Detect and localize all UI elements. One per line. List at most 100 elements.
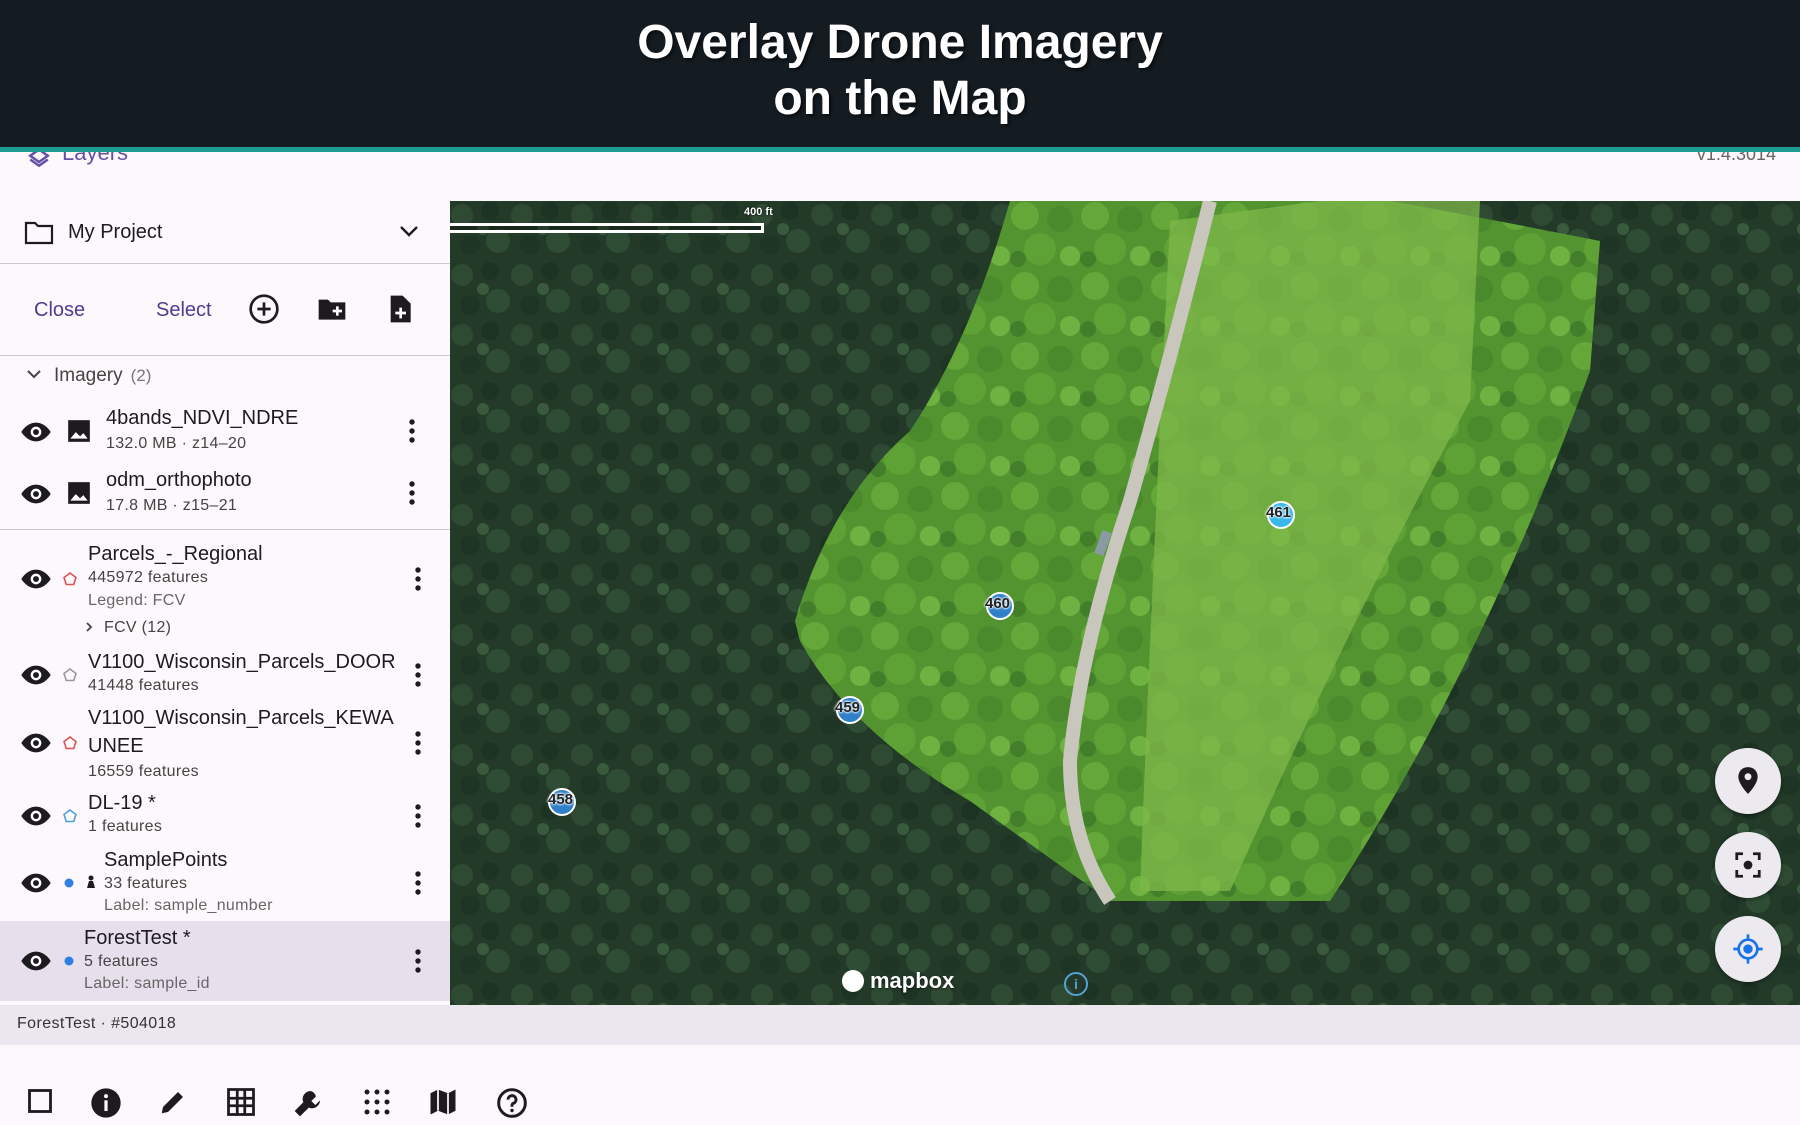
map-pin-icon	[1738, 767, 1758, 794]
vector-layer-row[interactable]: DL-19 * 1 features	[0, 786, 450, 842]
polygon-icon	[63, 572, 77, 586]
marker-label: 458	[548, 791, 574, 808]
table-grid-icon[interactable]	[226, 1087, 256, 1117]
layer-label-field: Label: sample_id	[84, 975, 210, 992]
select-square-icon[interactable]	[26, 1087, 54, 1115]
vector-layer-row[interactable]: SamplePoints 33 features Label: sample_n…	[0, 845, 450, 923]
layer-legend: Legend: FCV	[88, 592, 186, 609]
image-icon	[68, 482, 90, 504]
gps-location-icon	[1733, 934, 1763, 964]
visibility-eye-icon[interactable]	[20, 416, 52, 448]
imagery-row[interactable]: odm_orthophoto 17.8 MB · z15–21	[0, 463, 450, 523]
imagery-row[interactable]: 4bands_NDVI_NDRE 132.0 MB · z14–20	[0, 401, 450, 461]
layer-label-field: Label: sample_number	[104, 897, 273, 914]
folder-icon	[24, 221, 54, 245]
divider	[0, 529, 450, 530]
imagery-section-header[interactable]: Imagery (2)	[0, 356, 450, 396]
close-button[interactable]: Close	[34, 299, 85, 322]
select-button[interactable]: Select	[156, 299, 212, 322]
visibility-eye-icon[interactable]	[20, 800, 52, 832]
vector-layer-row-selected[interactable]: ForestTest * 5 features Label: sample_id	[0, 921, 450, 1001]
new-folder-icon[interactable]	[316, 293, 348, 325]
layer-name: V1100_Wisconsin_Parcels_DOOR	[88, 651, 396, 673]
layer-meta: 132.0 MB · z14–20	[106, 435, 247, 452]
polygon-icon	[63, 809, 77, 823]
layer-name: Parcels_-_Regional	[88, 543, 263, 565]
visibility-eye-icon[interactable]	[20, 727, 52, 759]
mapbox-wordmark: mapbox	[870, 968, 955, 993]
help-icon[interactable]	[496, 1087, 528, 1119]
layer-features: 445972 features	[88, 569, 209, 586]
section-title: Imagery	[54, 365, 123, 386]
more-options-icon[interactable]	[408, 947, 428, 975]
zoom-to-extent-button[interactable]	[1715, 832, 1781, 898]
layer-features: 16559 features	[88, 763, 199, 780]
edit-pencil-icon[interactable]	[158, 1087, 188, 1117]
visibility-eye-icon[interactable]	[20, 945, 52, 977]
layer-features: 1 features	[88, 818, 163, 835]
layer-name: ForestTest *	[84, 927, 191, 949]
more-options-icon[interactable]	[408, 661, 428, 689]
vector-layer-row[interactable]: Parcels_-_Regional 445972 features Legen…	[0, 537, 450, 641]
layer-name-continued: UNEE	[88, 735, 144, 757]
more-options-icon[interactable]	[402, 417, 422, 445]
section-count: (2)	[130, 366, 152, 385]
attribution-info-icon[interactable]: i	[1064, 972, 1088, 996]
polygon-icon	[63, 668, 77, 682]
project-selector[interactable]: My Project	[0, 201, 450, 264]
layer-name: 4bands_NDVI_NDRE	[106, 407, 299, 429]
map-scale-label: 400 ft	[744, 206, 773, 218]
video-title-banner: Overlay Drone Imagery on the Map	[0, 0, 1800, 152]
polygon-icon	[63, 736, 77, 750]
layer-features: 41448 features	[88, 677, 199, 694]
map-icon[interactable]	[428, 1087, 458, 1117]
drop-pin-button[interactable]	[1715, 748, 1781, 814]
layers-title: Layers	[62, 152, 129, 165]
more-options-icon[interactable]	[408, 802, 428, 830]
aerial-imagery	[450, 201, 1800, 1005]
layer-features: 5 features	[84, 953, 159, 970]
selection-status-bar: ForestTest · #504018	[0, 1005, 1800, 1045]
visibility-eye-icon[interactable]	[20, 867, 52, 899]
layer-name: odm_orthophoto	[106, 469, 252, 491]
center-focus-icon	[1735, 852, 1761, 878]
wrench-tools-icon[interactable]	[292, 1087, 324, 1119]
vector-layer-row[interactable]: V1100_Wisconsin_Parcels_KEWA UNEE 16559 …	[0, 701, 450, 785]
chevron-down-icon	[27, 370, 41, 379]
project-name: My Project	[68, 221, 163, 243]
chevron-down-icon[interactable]	[398, 223, 420, 239]
info-icon[interactable]	[90, 1087, 122, 1119]
map-scale-bar	[450, 223, 764, 233]
version-label: v1.4.3014	[1696, 152, 1776, 164]
mapbox-logo-icon	[842, 970, 864, 992]
map-view[interactable]: 400 ft 458 459 460 461 mapbox i	[450, 201, 1800, 1005]
add-circle-icon[interactable]	[248, 293, 280, 325]
more-options-icon[interactable]	[408, 729, 428, 757]
more-options-icon[interactable]	[408, 869, 428, 897]
marker-label: 459	[835, 699, 861, 716]
mapbox-logo: mapbox	[842, 968, 954, 994]
person-icon	[87, 875, 95, 888]
marker-label: 460	[985, 595, 1011, 612]
marker-label: 461	[1266, 504, 1292, 521]
app-top-bar: Layers v1.4.3014	[0, 152, 1800, 201]
banner-title: Overlay Drone Imagery on the Map	[637, 15, 1163, 125]
chevron-right-icon[interactable]	[84, 621, 94, 633]
point-icon	[64, 956, 74, 966]
legend-group[interactable]: FCV (12)	[104, 619, 171, 637]
apps-grid-icon[interactable]	[362, 1087, 392, 1117]
layers-icon[interactable]	[24, 152, 54, 172]
more-options-icon[interactable]	[408, 565, 428, 593]
visibility-eye-icon[interactable]	[20, 478, 52, 510]
status-text: ForestTest · #504018	[17, 1015, 177, 1032]
layer-name: DL-19 *	[88, 792, 156, 814]
my-location-button[interactable]	[1715, 916, 1781, 982]
new-file-icon[interactable]	[384, 293, 416, 325]
vector-layer-row[interactable]: V1100_Wisconsin_Parcels_DOOR 41448 featu…	[0, 645, 450, 701]
layers-panel: My Project Close Select Imagery (2) 4band…	[0, 201, 450, 1005]
more-options-icon[interactable]	[402, 479, 422, 507]
layer-meta: 17.8 MB · z15–21	[106, 497, 238, 514]
bottom-toolbar	[0, 1045, 1800, 1125]
visibility-eye-icon[interactable]	[20, 563, 52, 595]
visibility-eye-icon[interactable]	[20, 659, 52, 691]
